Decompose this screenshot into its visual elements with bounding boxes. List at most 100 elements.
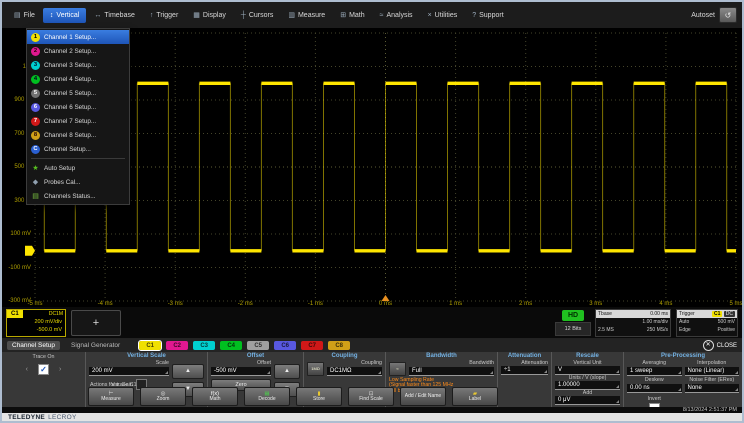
trigger-label: Trigger: [679, 310, 695, 318]
dropdown-item-auto-setup[interactable]: ★Auto Setup: [27, 161, 129, 175]
trace-on-checkbox[interactable]: ✓: [38, 364, 49, 375]
menu-item-file[interactable]: ▤File: [7, 8, 42, 23]
action-button-store[interactable]: ▮Store: [296, 387, 342, 406]
next-trace-arrow[interactable]: ›: [59, 366, 61, 373]
timebase-samples: 2.5 MS: [598, 326, 614, 334]
dropdown-item-channel-4-setup[interactable]: 4Channel 4 Setup...: [27, 72, 129, 86]
noise-filter-field[interactable]: None: [685, 384, 740, 393]
autoset-button[interactable]: ↺: [719, 7, 737, 23]
menu-item-label: Cursors: [249, 12, 274, 19]
action-button-label: Find Scale: [359, 397, 383, 402]
menu-bar: ▤File↕Vertical↔Timebase↑Trigger▦Display┼…: [2, 2, 742, 29]
menu-item-utilities[interactable]: ×Utilities: [421, 8, 465, 23]
channel-chip-c3[interactable]: C3: [193, 341, 215, 350]
dialog-content: Trace On ‹ ✓ › Vertical Scale Scale 200 …: [2, 352, 742, 408]
c1-position-marker[interactable]: [25, 246, 35, 256]
menu-item-analysis[interactable]: ≈Analysis: [373, 8, 420, 23]
channel-2-icon: 2: [31, 47, 40, 56]
action-button-label[interactable]: ▰Label: [452, 387, 498, 406]
action-button-find-scale[interactable]: ⊡Find Scale: [348, 387, 394, 406]
dropdown-item-channel-setup[interactable]: CChannel Setup...: [27, 142, 129, 156]
dropdown-item-channel-1-setup[interactable]: 1Channel 1 Setup...: [27, 30, 129, 44]
tab-signal-generator[interactable]: Signal Generator: [66, 341, 125, 350]
autoset-control: Autoset ↺: [691, 7, 737, 23]
menu-item-measure[interactable]: ▥Measure: [281, 8, 332, 23]
timebase-descriptor[interactable]: Tbase 0.00 ms 1.00 ms/div 2.5 MS 250 MS/…: [595, 309, 671, 337]
menu-item-cursors[interactable]: ┼Cursors: [234, 8, 280, 23]
action-button-decode[interactable]: ▦Decode: [244, 387, 290, 406]
trigger-icon: ↑: [150, 12, 154, 19]
channel-chip-c8[interactable]: C8: [328, 341, 350, 350]
c1-scale: 200 mV/div: [7, 318, 65, 326]
brand-logo: TELEDYNE: [8, 414, 45, 421]
interpolation-field[interactable]: None (Linear): [685, 367, 740, 376]
menu-item-vertical[interactable]: ↕Vertical: [43, 8, 86, 23]
scale-field[interactable]: 200 mV: [89, 367, 169, 376]
channel-chip-c2[interactable]: C2: [166, 341, 188, 350]
vertical-scale-header: Vertical Scale: [89, 353, 204, 360]
channel-4-icon: 4: [31, 75, 40, 84]
trigger-coupling: DC: [724, 311, 735, 317]
bandwidth-field[interactable]: Full: [409, 367, 494, 376]
dropdown-item-channel-3-setup[interactable]: 3Channel 3 Setup...: [27, 58, 129, 72]
dropdown-item-label: Auto Setup: [44, 165, 75, 172]
dropdown-item-channel-6-setup[interactable]: 6Channel 6 Setup...: [27, 100, 129, 114]
menu-item-support[interactable]: ?Support: [465, 8, 510, 23]
hd-mode-box[interactable]: HD 12 Bits: [556, 310, 590, 336]
dropdown-item-label: Channel 8 Setup...: [44, 132, 96, 139]
probes-cal-icon: ◆: [31, 178, 40, 187]
dropdown-item-channels-status[interactable]: ▤Channels Status...: [27, 189, 129, 203]
dropdown-item-channel-8-setup[interactable]: 8Channel 8 Setup...: [27, 128, 129, 142]
dropdown-item-channel-7-setup[interactable]: 7Channel 7 Setup...: [27, 114, 129, 128]
attenuation-field[interactable]: ÷1: [501, 366, 548, 375]
dropdown-item-label: Channel 2 Setup...: [44, 48, 96, 55]
menu-item-label: File: [24, 12, 35, 19]
attenuation-header: Attenuation: [501, 353, 548, 360]
channel-chip-c1[interactable]: C1: [139, 341, 161, 350]
action-button-math[interactable]: f(x)Math: [192, 387, 238, 406]
add-trace-button[interactable]: +: [71, 310, 121, 336]
action-button-zoom[interactable]: ◎Zoom: [140, 387, 186, 406]
menu-item-timebase[interactable]: ↔Timebase: [87, 8, 141, 23]
hd-badge: HD: [562, 310, 584, 321]
channel-chip-c4[interactable]: C4: [220, 341, 242, 350]
dialog-close-button[interactable]: ✕ CLOSE: [703, 340, 737, 351]
tab-channel-setup[interactable]: Channel Setup: [7, 341, 60, 350]
deskew-field[interactable]: 0.00 ns: [627, 384, 682, 393]
menu-item-display[interactable]: ▦Display: [186, 8, 233, 23]
channel-chip-c7[interactable]: C7: [301, 341, 323, 350]
c1-trace-descriptor[interactable]: C1 DC1M 200 mV/div -500.0 mV: [6, 309, 66, 337]
add-field[interactable]: 0 μV: [555, 396, 620, 405]
channel-chip-c6[interactable]: C6: [274, 341, 296, 350]
offset-field[interactable]: -500 mV: [211, 367, 271, 376]
c1-label: C1: [7, 310, 23, 318]
averaging-field[interactable]: 1 sweep: [627, 367, 682, 376]
dropdown-item-channel-2-setup[interactable]: 2 Channel 2 Setup...: [27, 44, 129, 58]
vertical-dropdown-menu: 1Channel 1 Setup... 2 Channel 2 Setup... 3C…: [26, 28, 130, 205]
dropdown-item-label: Channel 3 Setup...: [44, 62, 96, 69]
action-button-measure[interactable]: ⊢Measure: [88, 387, 134, 406]
vertical-unit-field[interactable]: V: [555, 366, 620, 375]
units-per-v-field[interactable]: 1.00000: [555, 381, 620, 390]
dropdown-item-channel-5-setup[interactable]: 5Channel 5 Setup...: [27, 86, 129, 100]
menu-item-math[interactable]: ⊞Math: [333, 8, 371, 23]
action-button-add-edit-name[interactable]: Add / Edit Name: [400, 387, 446, 406]
menu-item-trigger[interactable]: ↑Trigger: [143, 8, 185, 23]
scale-up-button[interactable]: ▲: [172, 364, 204, 379]
offset-label: Offset: [211, 360, 271, 366]
autoset-label[interactable]: Autoset: [691, 12, 715, 19]
prev-trace-arrow[interactable]: ‹: [26, 366, 28, 373]
bandwidth-header: Bandwidth: [389, 353, 494, 360]
hd-bits: 12 Bits: [555, 322, 591, 336]
channel-chips: C1 C2 C3 C4 C5 C6 C7 C8: [139, 341, 350, 350]
bandwidth-label: Bandwidth: [409, 360, 494, 366]
trigger-source: C1: [712, 311, 722, 317]
timebase-position: 0.00 ms: [650, 310, 668, 318]
offset-up-button[interactable]: ▲: [274, 364, 300, 379]
trigger-descriptor[interactable]: Trigger C1 DC Auto 500 mV Edge Positive: [676, 309, 738, 337]
coupling-field[interactable]: DC1MΩ: [327, 367, 382, 376]
coupling-label: Coupling: [327, 360, 382, 366]
dropdown-item-probes-cal[interactable]: ◆Probes Cal...: [27, 175, 129, 189]
channel-chip-c5[interactable]: C5: [247, 341, 269, 350]
deskew-label: Deskew: [627, 377, 682, 383]
